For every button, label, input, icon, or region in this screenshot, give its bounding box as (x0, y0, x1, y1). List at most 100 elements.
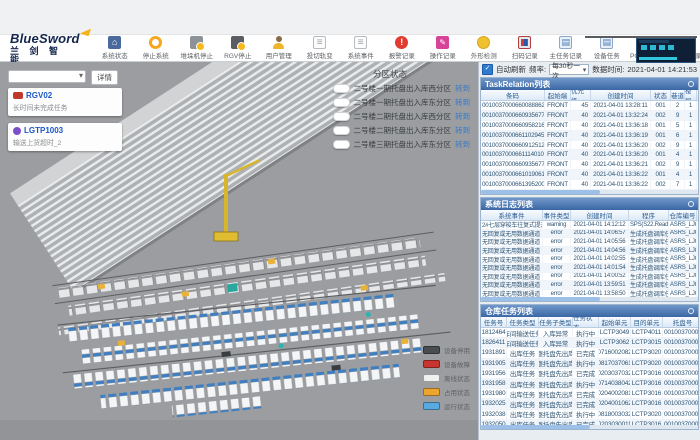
table-cell: error (543, 247, 571, 255)
table-row[interactable]: 无回复或无用数据通道error2021-04-01 14:05:56生成托盘调库… (481, 238, 698, 247)
alert-card-RGV02[interactable]: RGV02 长时间未完成任务 (8, 88, 122, 116)
toolbar-button-alarm[interactable]: 报警记录 (383, 36, 421, 61)
table-row[interactable]: 00100370006610190619FRONT402021-04-01 13… (481, 170, 698, 180)
toolbar-button-scan[interactable]: 扫码记录 (506, 36, 544, 61)
table-row[interactable]: 00100370006609582162FRONT402021-04-01 13… (481, 121, 698, 131)
table-row[interactable]: 00100370006611140105FRONT402021-04-01 13… (481, 150, 698, 160)
table-row[interactable]: 1826411车间输送任务入库异常执行中LCTP3062LCTP30150010… (481, 338, 698, 348)
toolbar-button-doc2[interactable]: 系统事件 (342, 36, 380, 61)
zone-checkbox[interactable] (333, 140, 350, 149)
column-header[interactable]: 任务状态 (573, 317, 599, 327)
toolbar-button-label: 操作记录 (430, 50, 456, 60)
toolbar-button-task-main[interactable]: 主任务记录 (547, 36, 585, 61)
toolbar-button-shape-check[interactable]: 外形检测 (465, 36, 503, 61)
freq-select[interactable]: 每30秒一次 ▾ (549, 64, 589, 75)
column-header[interactable]: 任务类型 (507, 317, 539, 327)
zone-checkbox[interactable] (333, 98, 350, 107)
column-header[interactable]: 仓库编号 (669, 210, 697, 220)
toolbar-button-user-manage[interactable]: 用户管理 (260, 36, 298, 61)
alert-head: RGV02 (13, 91, 117, 100)
panel-collapse-icon[interactable] (688, 201, 694, 207)
panel-collapse-icon[interactable] (688, 81, 694, 87)
table-row[interactable]: 1812464车间输送任务入库异常执行中LCTP3049LCTP40110010… (481, 328, 698, 338)
toolbar-button-doc1[interactable]: 投切轨变 (301, 36, 339, 61)
table-row[interactable]: 1932038出库任务整托盘先出库执行中0818003032LCTP302000… (481, 410, 698, 420)
column-header[interactable]: 系统事件 (481, 210, 543, 220)
table-row[interactable]: 00100370006609356770FRONT402021-04-01 13… (481, 160, 698, 170)
column-header[interactable]: 楼层 (685, 90, 697, 100)
column-header[interactable]: 巷道 (671, 90, 685, 100)
table-cell: 生成托盘调库任务模块 (629, 290, 669, 297)
table-row[interactable]: 00100370006600888629FRONT452021-04-01 13… (481, 101, 698, 111)
device-filter-select[interactable] (8, 70, 86, 83)
minimap-window[interactable] (636, 38, 696, 63)
table-cell: 1931980 (481, 389, 507, 398)
zone-checkbox[interactable] (333, 112, 350, 121)
toolbar-button-rgv-stop[interactable]: RGV停止 (219, 36, 257, 61)
table-row[interactable]: 无回复或无用数据通道error2021-04-01 14:00:52生成托盘调库… (481, 273, 698, 282)
table-row[interactable]: 无回复或无用数据通道error2021-04-01 13:58:50生成托盘调库… (481, 290, 698, 297)
table-row[interactable]: 1932025出库任务整托盘先出库已完成0204001062LCTP301600… (481, 399, 698, 409)
table-row[interactable]: 无回复或无用数据通道error2021-04-01 14:02:55生成托盘调库… (481, 255, 698, 264)
zone-goto-link[interactable]: 转到 (455, 125, 470, 136)
alert-card-LGTP1003[interactable]: LGTP1003输送上货超时_2 (8, 123, 122, 151)
column-header[interactable]: 任务号 (481, 317, 507, 327)
zone-checkbox[interactable] (333, 126, 350, 135)
table-cell: 出库任务 (507, 379, 539, 388)
column-header[interactable]: 创建时间 (591, 90, 651, 100)
table-row[interactable]: 无回复或无用数据通道error2021-04-01 13:59:51生成托盘调库… (481, 281, 698, 290)
table-row[interactable]: 无回复或无用数据通道error2021-04-01 14:01:54生成托盘调库… (481, 264, 698, 273)
column-header[interactable]: 条码 (481, 90, 545, 100)
zone-goto-link[interactable]: 转到 (455, 111, 470, 122)
toolbar-button-system-status[interactable]: 系统状态 (96, 36, 134, 61)
scrollbar-thumb[interactable] (481, 297, 600, 301)
table-row[interactable]: 1931905出库任务整托盘先出库执行中0817037061LCTP302000… (481, 359, 698, 369)
table-cell: 2021-04-01 13:36:22 (591, 180, 651, 189)
zone-goto-link[interactable]: 转到 (455, 83, 470, 94)
column-header[interactable]: 程序 (629, 210, 669, 220)
horizontal-scrollbar[interactable] (481, 297, 698, 301)
details-button[interactable]: 详情 (91, 70, 118, 85)
table-cell: 无回复或无用数据通道 (481, 247, 543, 255)
chevron-down-icon: ▾ (583, 66, 587, 74)
table-row[interactable]: 00100370006611029457FRONT402021-04-01 13… (481, 131, 698, 141)
table-row[interactable]: 无回复或无用数据通道error2021-04-01 14:06:57生成托盘调库… (481, 230, 698, 239)
toolbar-button-stacker-stop[interactable]: 堆垛机停止 (178, 36, 216, 61)
task-main-icon (559, 36, 572, 49)
table-row[interactable]: 1931958出库任务整托盘先出库执行中0714038042LCTP301600… (481, 379, 698, 389)
horizontal-scrollbar[interactable] (481, 425, 698, 429)
panel-collapse-icon[interactable] (688, 308, 694, 314)
zone-goto-link[interactable]: 转到 (455, 97, 470, 108)
column-header[interactable]: 目的单元 (631, 317, 663, 327)
scrollbar-thumb[interactable] (481, 190, 600, 194)
warehouse-3d-viewport[interactable]: 详情 RGV02长时间未完成任务LGTP1003输送上货超时_2 分区状态 二号… (0, 62, 478, 440)
horizontal-scrollbar[interactable] (481, 190, 698, 194)
zone-checkbox[interactable] (333, 84, 350, 93)
table-row[interactable]: 00100370006609125123FRONT402021-04-01 13… (481, 141, 698, 151)
scrollbar-thumb[interactable] (481, 425, 590, 429)
toolbar-button-stop-system[interactable]: 停止系统 (137, 36, 175, 61)
zone-goto-link[interactable]: 转到 (455, 139, 470, 150)
table-cell: ASRS_LJC2 (669, 281, 697, 289)
toolbar-button-operation[interactable]: 操作记录 (424, 36, 462, 61)
auto-refresh-checkbox[interactable]: ✓ (482, 64, 493, 75)
column-header[interactable]: 优先级 (571, 90, 591, 100)
table-row[interactable]: 00100370006613952005FRONT402021-04-01 13… (481, 180, 698, 190)
table-row[interactable]: 1931980出库任务整托盘先出库已完成0204002081LCTP301600… (481, 389, 698, 399)
panel-title: 系统日志列表 (485, 199, 533, 210)
table-row[interactable]: 无回复或无用数据通道error2021-04-01 14:04:56生成托盘调库… (481, 247, 698, 256)
toolbar-button-task-device[interactable]: 设备任务 (588, 36, 626, 61)
column-header[interactable]: 创建时间 (571, 210, 629, 220)
table-row[interactable]: 2#七层穿梭车往复式提升机平台长度warning2021-04-01 14:12… (481, 221, 698, 230)
column-header[interactable]: 任务子类型 (539, 317, 573, 327)
table-cell: FRONT (545, 131, 571, 140)
table-row[interactable]: 1931956出库任务整托盘先出库已完成0203037032LCTP301600… (481, 369, 698, 379)
column-header[interactable]: 起始单元 (599, 317, 631, 327)
table-row[interactable]: 1931891出库任务整托盘先出库已完成0716002082LCTP302000… (481, 348, 698, 358)
alert-message: 长时间未完成任务 (13, 102, 117, 112)
column-header[interactable]: 起始端 (545, 90, 571, 100)
column-header[interactable]: 托盘号 (663, 317, 699, 327)
column-header[interactable]: 状态 (651, 90, 671, 100)
table-row[interactable]: 00100370006609356770FRONT402021-04-01 13… (481, 111, 698, 121)
column-header[interactable]: 事件类型 (543, 210, 571, 220)
